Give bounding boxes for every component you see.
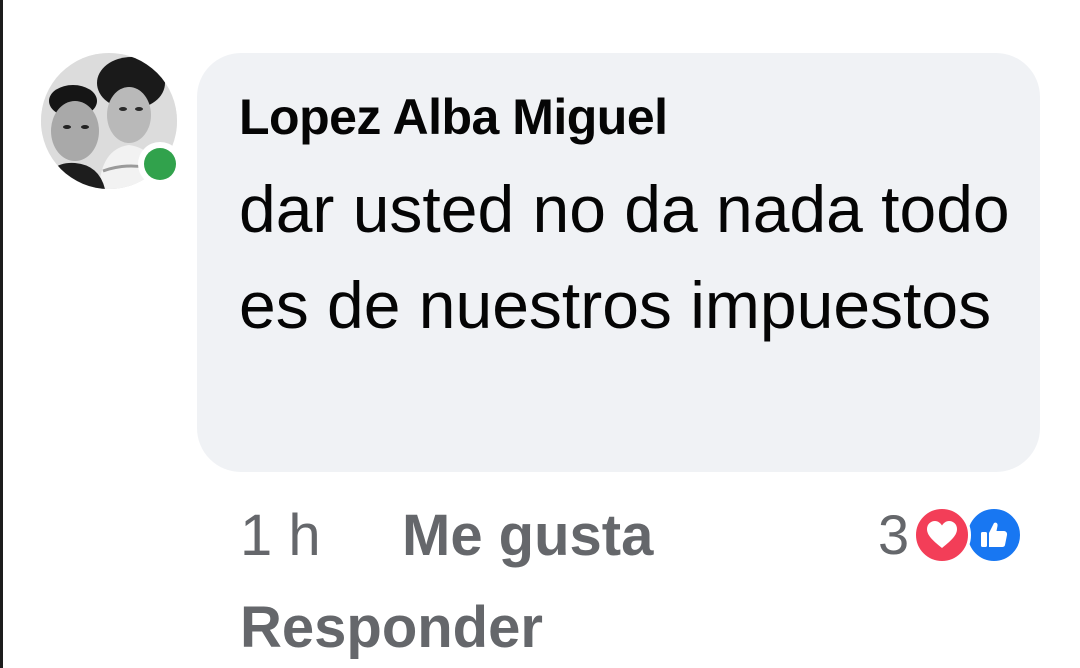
reply-button[interactable]: Responder	[240, 592, 543, 664]
comment-timestamp[interactable]: 1 h	[240, 500, 321, 572]
like-button[interactable]: Me gusta	[402, 500, 653, 572]
love-reaction-icon	[913, 506, 972, 564]
comment-author[interactable]: Lopez Alba Miguel	[239, 85, 1000, 149]
comment: Lopez Alba Miguel dar usted no da nada t…	[0, 0, 1080, 668]
comment-text: dar usted no da nada todo es de nuestros…	[239, 172, 1010, 342]
like-reaction-icon	[965, 506, 1024, 564]
reactions-summary[interactable]: 3	[878, 503, 1024, 567]
reaction-count: 3	[878, 503, 910, 566]
comment-bubble[interactable]: Lopez Alba Miguel dar usted no da nada t…	[197, 53, 1040, 472]
online-status-icon	[138, 142, 182, 186]
